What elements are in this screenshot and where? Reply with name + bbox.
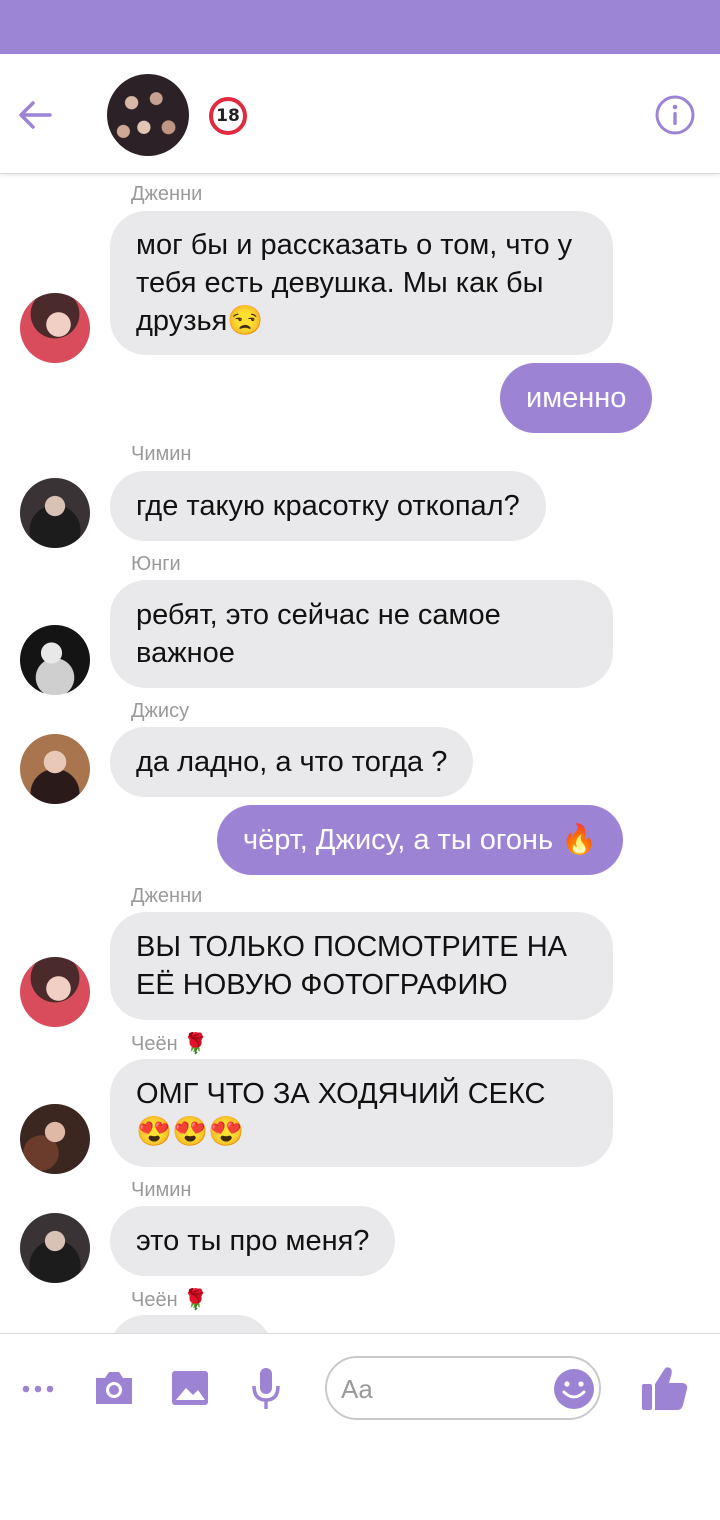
avatar[interactable] — [20, 1213, 90, 1283]
sender-name: Юнги — [131, 553, 181, 575]
message-bubble[interactable]: ребят, это сейчас не самое важное — [110, 580, 613, 688]
sender-name: Чимин — [131, 443, 192, 465]
message-bubble[interactable]: это ты про меня? — [110, 1206, 396, 1276]
message-text: ВЫ ТОЛЬКО ПОСМОТРИТЕ НА ЕЁ НОВУЮ ФОТОГРА… — [136, 931, 567, 1001]
more-icon[interactable] — [20, 1374, 56, 1404]
chat-header: 18 — [0, 54, 720, 174]
message-bubble[interactable]: мог бы и рассказать о том, что у тебя ес… — [110, 211, 613, 355]
status-bar — [0, 0, 720, 54]
message-text: чёрт, Джису, а ты огонь 🔥 — [243, 824, 598, 856]
message-list[interactable]: Дженни мог бы и рассказать о том, что у … — [0, 175, 720, 1333]
camera-icon[interactable] — [92, 1368, 136, 1408]
avatar[interactable] — [20, 625, 90, 695]
sender-name: Чеён 🌹 — [131, 1289, 209, 1311]
info-icon[interactable] — [654, 94, 696, 136]
adult-badge-icon: 18 — [209, 97, 247, 135]
message-bubble[interactable]: ОМГ ЧТО ЗА ХОДЯЧИЙ СЕКС 😍😍😍 — [110, 1059, 613, 1167]
message-text: мог бы и рассказать о том, что у тебя ес… — [136, 229, 573, 337]
message-bubble-outgoing[interactable]: чёрт, Джису, а ты огонь 🔥 — [217, 805, 624, 875]
message-bubble-outgoing[interactable]: именно — [500, 363, 653, 433]
avatar[interactable] — [20, 1104, 90, 1174]
sender-name: Джису — [131, 700, 190, 722]
microphone-icon[interactable] — [250, 1366, 282, 1412]
message-input[interactable]: Aa — [325, 1356, 601, 1420]
avatar[interactable] — [20, 957, 90, 1027]
sender-name: Чеён 🌹 — [131, 1033, 209, 1055]
emoji-icon[interactable] — [553, 1368, 595, 1410]
back-arrow-icon[interactable] — [14, 94, 56, 136]
message-text: именно — [526, 382, 627, 414]
message-input-placeholder: Aa — [341, 1374, 373, 1404]
message-text: где такую красотку откопал? — [136, 490, 520, 522]
thumbs-up-icon[interactable] — [640, 1364, 690, 1412]
sender-name: Дженни — [131, 183, 203, 205]
message-bubble[interactable]: да ладно, а что тогда ? — [110, 727, 474, 797]
sender-name: Дженни — [131, 885, 203, 907]
message-bubble[interactable] — [110, 1315, 272, 1333]
avatar[interactable] — [20, 734, 90, 804]
avatar[interactable] — [20, 478, 90, 548]
composer-bar: Aa — [0, 1333, 720, 1520]
group-avatar[interactable] — [107, 74, 189, 156]
message-bubble[interactable]: где такую красотку откопал? — [110, 471, 546, 541]
avatar[interactable] — [20, 293, 90, 363]
message-text: это ты про меня? — [136, 1225, 370, 1257]
adult-badge-label: 18 — [216, 106, 240, 126]
message-bubble[interactable]: ВЫ ТОЛЬКО ПОСМОТРИТЕ НА ЕЁ НОВУЮ ФОТОГРА… — [110, 912, 613, 1020]
message-text: да ладно, а что тогда ? — [136, 746, 448, 778]
sender-name: Чимин — [131, 1179, 192, 1201]
image-icon[interactable] — [170, 1369, 210, 1407]
message-text: ОМГ ЧТО ЗА ХОДЯЧИЙ СЕКС 😍😍😍 — [136, 1078, 546, 1148]
message-text: ребят, это сейчас не самое важное — [136, 599, 501, 669]
